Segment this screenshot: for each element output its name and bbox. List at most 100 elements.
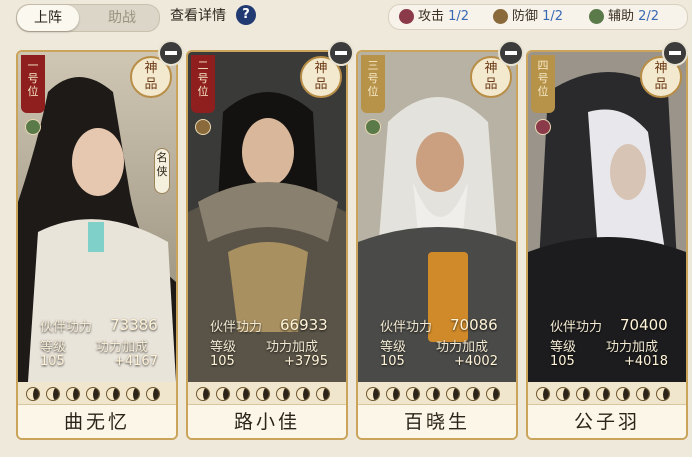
support-icon <box>589 9 604 24</box>
fate-icon <box>656 387 670 401</box>
level-label: 等级 <box>40 340 67 355</box>
fate-icon <box>636 387 650 401</box>
bonus-label: 功力加成 <box>266 340 319 355</box>
title-tag: 名 侠 <box>154 148 170 194</box>
level-label: 等级 <box>550 340 577 355</box>
bonus-label: 功力加成 <box>96 340 149 355</box>
bonus-label: 功力加成 <box>436 340 489 355</box>
partner-card-4[interactable]: 四 号 位 神 品 伙伴功力 70400 等级 功力加成 105 +4018 公… <box>526 50 688 440</box>
fate-icon <box>296 387 310 401</box>
fate-icon <box>616 387 630 401</box>
help-icon[interactable]: ? <box>236 5 256 25</box>
fate-icon <box>576 387 590 401</box>
bonus-value: +3795 <box>284 354 328 369</box>
fate-icon <box>426 387 440 401</box>
fate-icon <box>486 387 500 401</box>
power-value: 70400 <box>620 316 668 334</box>
power-label: 伙伴功力 <box>380 320 433 335</box>
role-count: 1/2 <box>542 9 564 24</box>
partner-name: 曲无忆 <box>63 411 130 433</box>
fate-dots <box>358 384 516 404</box>
slot-ribbon: 四 号 位 <box>531 55 555 113</box>
fate-icon <box>26 387 40 401</box>
view-details-link[interactable]: 查看详情 <box>170 6 226 26</box>
tab-assist[interactable]: 助战 <box>89 5 155 31</box>
partner-name: 公子羽 <box>573 411 640 433</box>
slot-ribbon: 三 号 位 <box>361 55 385 113</box>
partner-stats: 伙伴功力 73386 等级 功力加成 105 +4167 <box>18 310 176 384</box>
lineup-tabs: 上阵 助战 <box>16 4 160 32</box>
remove-button[interactable] <box>158 40 184 66</box>
power-label: 伙伴功力 <box>40 320 93 335</box>
partner-card-2[interactable]: 二 号 位 神 品 伙伴功力 66933 等级 功力加成 105 +3795 路… <box>186 50 348 440</box>
fate-icon <box>66 387 80 401</box>
fate-icon <box>106 387 120 401</box>
partner-stats: 伙伴功力 70086 等级 功力加成 105 +4002 <box>358 310 516 384</box>
partner-name-bar: 曲无忆 <box>18 404 176 438</box>
bonus-label: 功力加成 <box>606 340 659 355</box>
fate-icon <box>406 387 420 401</box>
fate-icon <box>386 387 400 401</box>
fate-icon <box>276 387 290 401</box>
partner-name: 路小佳 <box>233 411 300 433</box>
fate-icon <box>366 387 380 401</box>
partner-name-bar: 百晓生 <box>358 404 516 438</box>
level-value: 105 <box>210 354 235 369</box>
role-label: 辅助 <box>608 9 635 24</box>
remove-button[interactable] <box>662 40 688 66</box>
remove-button[interactable] <box>328 40 354 66</box>
level-label: 等级 <box>380 340 407 355</box>
partner-name-bar: 路小佳 <box>188 404 346 438</box>
fate-icon <box>466 387 480 401</box>
defense-icon <box>493 9 508 24</box>
fate-dots <box>18 384 176 404</box>
partner-name-bar: 公子羽 <box>528 404 686 438</box>
tab-lineup[interactable]: 上阵 <box>17 5 79 31</box>
partner-name: 百晓生 <box>403 411 470 433</box>
fate-dots <box>528 384 686 404</box>
attack-icon <box>399 9 414 24</box>
support-icon <box>25 119 41 135</box>
remove-button[interactable] <box>498 40 524 66</box>
fate-icon <box>596 387 610 401</box>
bonus-value: +4167 <box>114 354 158 369</box>
level-value: 105 <box>550 354 575 369</box>
partner-card-1[interactable]: 一 号 位 神 品 名 侠 伙伴功力 73386 等级 功力加成 105 +41… <box>16 50 178 440</box>
power-value: 66933 <box>280 316 328 334</box>
fate-icon <box>536 387 550 401</box>
fate-icon <box>86 387 100 401</box>
fate-icon <box>446 387 460 401</box>
partner-card-3[interactable]: 三 号 位 神 品 伙伴功力 70086 等级 功力加成 105 +4002 百… <box>356 50 518 440</box>
partner-stats: 伙伴功力 66933 等级 功力加成 105 +3795 <box>188 310 346 384</box>
role-count-bar: 攻击 1/2 防御 1/2 辅助 2/2 <box>388 4 688 30</box>
bonus-value: +4018 <box>624 354 668 369</box>
fate-icon <box>196 387 210 401</box>
fate-icon <box>146 387 160 401</box>
fate-icon <box>46 387 60 401</box>
role-label: 防御 <box>512 9 539 24</box>
role-count: 1/2 <box>448 9 470 24</box>
role-count: 2/2 <box>638 9 660 24</box>
attack-icon <box>535 119 551 135</box>
fate-icon <box>126 387 140 401</box>
fate-icon <box>556 387 570 401</box>
power-value: 70086 <box>450 316 498 334</box>
fate-icon <box>216 387 230 401</box>
support-icon <box>365 119 381 135</box>
level-value: 105 <box>40 354 65 369</box>
fate-icon <box>236 387 250 401</box>
power-value: 73386 <box>110 316 158 334</box>
fate-icon <box>316 387 330 401</box>
partner-stats: 伙伴功力 70400 等级 功力加成 105 +4018 <box>528 310 686 384</box>
power-label: 伙伴功力 <box>550 320 603 335</box>
fate-icon <box>256 387 270 401</box>
top-bar: 上阵 助战 查看详情 ? 攻击 1/2 防御 1/2 辅助 2/2 <box>0 0 692 34</box>
slot-ribbon: 二 号 位 <box>191 55 215 113</box>
slot-ribbon: 一 号 位 <box>21 55 45 113</box>
role-label: 攻击 <box>418 9 445 24</box>
level-label: 等级 <box>210 340 237 355</box>
fate-dots <box>188 384 346 404</box>
bonus-value: +4002 <box>454 354 498 369</box>
power-label: 伙伴功力 <box>210 320 263 335</box>
defense-icon <box>195 119 211 135</box>
